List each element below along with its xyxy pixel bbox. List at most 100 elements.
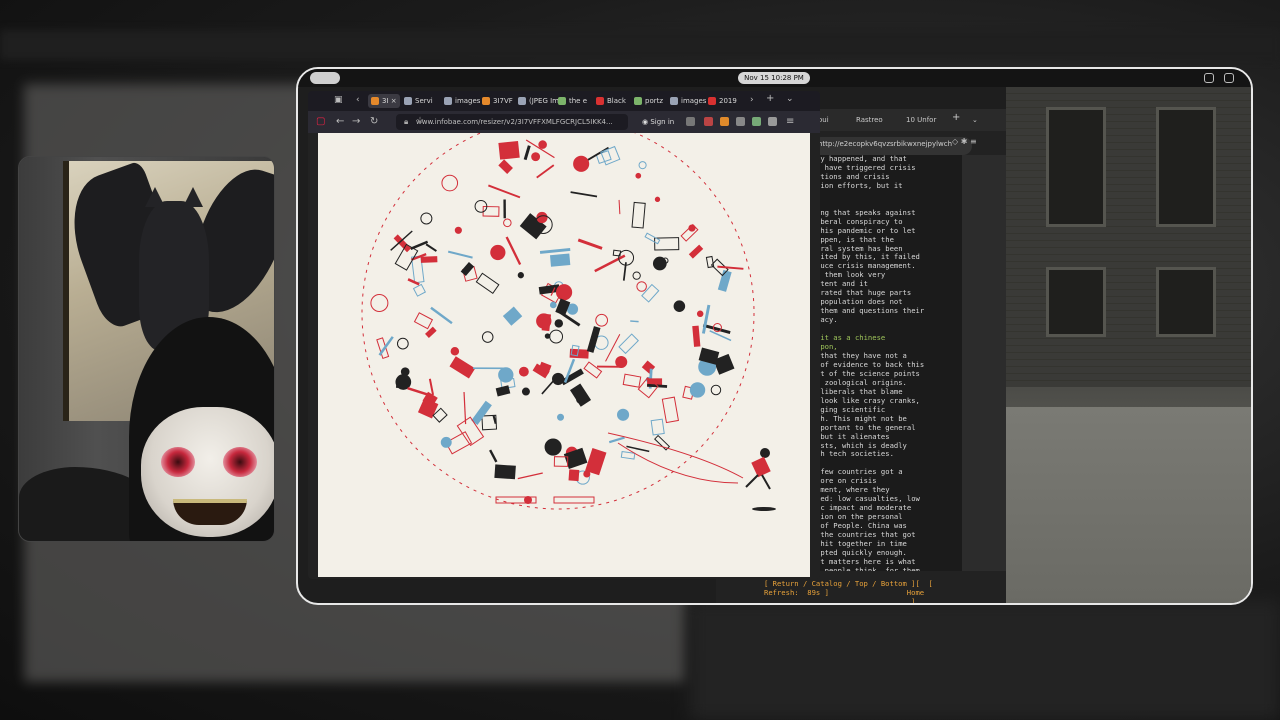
extension-icon[interactable] xyxy=(720,117,729,126)
sign-in-button[interactable]: ◉ Sign in xyxy=(642,116,674,128)
illustration-fragment xyxy=(570,191,598,198)
tray-icon[interactable] xyxy=(1224,73,1234,83)
illustration-fragment xyxy=(412,283,427,297)
tab-unfor[interactable]: 10 Unfor xyxy=(906,113,936,127)
tab-list-chevron-icon[interactable]: ⌄ xyxy=(786,92,794,106)
tab-favicon-icon xyxy=(482,97,490,105)
illustration-fragment xyxy=(425,243,437,252)
browser-tab[interactable]: Black xyxy=(596,94,626,108)
extension-icon[interactable] xyxy=(752,117,761,126)
illustration-fragment xyxy=(616,408,630,421)
browser-tab[interactable]: the e xyxy=(558,94,587,108)
reload-icon[interactable]: ↻ xyxy=(370,115,378,129)
app-menu-icon[interactable]: ≡ xyxy=(786,115,794,129)
browser-tab-label: the e xyxy=(569,97,588,105)
text-browser-url-bar[interactable]: http://e2ecopkv6qvzsrbikwxnejpylwch xyxy=(812,137,972,155)
back-arrow-icon[interactable]: ← xyxy=(336,115,344,129)
browser-tab-label: images ( xyxy=(681,97,712,105)
tab-favicon-icon xyxy=(670,97,678,105)
illustration-fragment xyxy=(489,449,498,463)
thread-footer-nav[interactable]: [ Return / Catalog / Top / Bottom ][ [ R… xyxy=(764,579,933,603)
tab-favicon-icon xyxy=(708,97,716,105)
illustration-fragment xyxy=(688,244,704,259)
illustration-fragment xyxy=(376,337,390,359)
address-bar[interactable]: 🔒︎ www.infobae.com/resizer/v2/3I7VFFXMLF… xyxy=(396,114,628,130)
refresh-countdown[interactable]: Refresh: 89s ] Home xyxy=(764,588,924,597)
menu-icon[interactable]: ≡ xyxy=(970,137,977,146)
browser-tab[interactable]: portz xyxy=(634,94,663,108)
system-clock[interactable]: Nov 15 10:28 PM xyxy=(738,72,810,84)
satellite xyxy=(495,496,595,504)
shield-icon[interactable]: ◇ xyxy=(952,137,958,146)
forward-arrow-icon[interactable]: → xyxy=(352,115,360,129)
url-text: http://e2ecopkv6qvzsrbikwxnejpylwch xyxy=(818,140,953,148)
illustration-fragment xyxy=(498,140,520,160)
sidebar-toggle-icon[interactable]: ▣ xyxy=(334,93,343,107)
thread-text-body: ly happened, and that t have triggered cr… xyxy=(816,155,962,571)
sidebar-icon[interactable]: ▢ xyxy=(316,115,325,129)
illustration-fragment xyxy=(635,172,642,179)
tab-favicon-icon xyxy=(558,97,566,105)
illustration-fragment xyxy=(370,293,389,312)
thread-text-line: macy. xyxy=(816,315,838,325)
illustration-fragment xyxy=(523,145,531,161)
illustration-fragment xyxy=(505,236,522,265)
footer-nav-links[interactable]: [ Return / Catalog / Top / Bottom ][ [ xyxy=(764,579,933,588)
illustration-fragment xyxy=(630,320,639,323)
extension-icon[interactable]: ✱ xyxy=(961,137,968,146)
illustration-fragment xyxy=(482,206,500,217)
thread-text-line: gh tech societies. xyxy=(816,449,894,459)
illustration-fragment xyxy=(396,337,409,350)
browser-tab-label: 3I7VF xyxy=(493,97,513,105)
browser-tab[interactable]: Servi xyxy=(404,94,433,108)
tab-rastreo[interactable]: Rastreo xyxy=(856,113,883,127)
illustration-fragment xyxy=(518,366,529,377)
illustration-fragment xyxy=(549,253,571,267)
extension-icon[interactable] xyxy=(768,117,777,126)
extension-icon[interactable] xyxy=(686,117,695,126)
new-tab-plus-icon[interactable]: + xyxy=(952,111,960,125)
illustration-fragment xyxy=(395,384,405,389)
desktop-wallpaper-street xyxy=(1006,87,1251,603)
browser-tab[interactable]: images i xyxy=(444,94,485,108)
illustration-fragment xyxy=(460,261,475,276)
illustration-fragment xyxy=(701,304,711,334)
tab-scroll-left-icon[interactable]: ‹ xyxy=(356,93,360,107)
illustration-fragment xyxy=(475,272,500,295)
chevron-down-icon[interactable]: ⌄ xyxy=(972,113,978,127)
illustration-fragment xyxy=(583,470,591,478)
illustration-fragment xyxy=(622,373,642,388)
extension-icon[interactable] xyxy=(736,117,745,126)
illustration-fragment xyxy=(641,283,660,303)
close-tab-icon[interactable]: × xyxy=(389,97,397,105)
illustration-fragment xyxy=(410,240,429,250)
browser-tab-label: 2019 xyxy=(719,97,737,105)
illustration-fragment xyxy=(494,464,516,480)
illustration-fragment xyxy=(450,346,460,356)
bookmark-star-icon[interactable]: ☆ xyxy=(416,115,624,127)
illustration-fragment xyxy=(413,312,434,330)
sign-in-label: Sign in xyxy=(650,118,675,126)
floating-desktop-window: Nov 15 10:28 PM oui Rastreo 10 Unfor + ⌄… xyxy=(296,67,1253,605)
illustration-fragment xyxy=(428,378,435,396)
thread-text-line: e people think, for them xyxy=(816,565,920,571)
tray-icon[interactable] xyxy=(1204,73,1214,83)
new-tab-plus-icon[interactable]: + xyxy=(766,92,774,106)
extension-icon[interactable] xyxy=(704,117,713,126)
scrollbar[interactable] xyxy=(962,155,1006,571)
browser-tab[interactable]: images ( xyxy=(670,94,711,108)
illustration-fragment xyxy=(554,319,564,328)
illustration-fragment xyxy=(717,265,744,270)
lock-icon[interactable]: 🔒︎ xyxy=(404,116,408,128)
browser-tab[interactable]: 3I × xyxy=(368,94,400,108)
browser-tab[interactable]: 3I7VF xyxy=(482,94,513,108)
illustration-fragment xyxy=(539,248,571,254)
thread-text-line: tion efforts, but it xyxy=(816,180,903,190)
browser-tab[interactable]: 2019 xyxy=(708,94,737,108)
workspace-indicator[interactable] xyxy=(310,72,340,84)
tab-scroll-right-icon[interactable]: › xyxy=(750,93,754,107)
illustration-fragment xyxy=(407,278,420,286)
browser-tab[interactable]: (JPEG Im xyxy=(518,94,559,108)
illustration-fragment xyxy=(430,306,453,325)
illustration-fragment xyxy=(517,472,543,480)
